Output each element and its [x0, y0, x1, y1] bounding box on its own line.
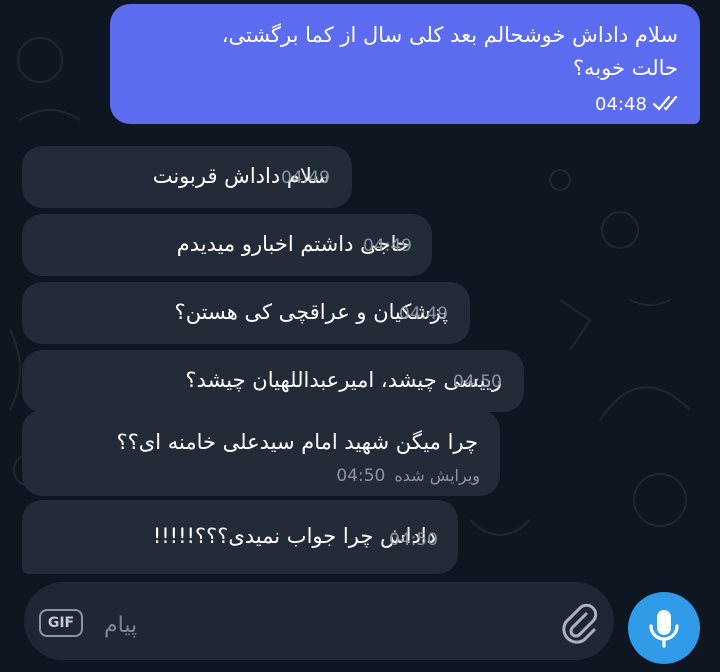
paperclip-icon[interactable]: [556, 600, 602, 646]
message-meta: ویرایش شده 04:50: [336, 466, 480, 486]
incoming-message[interactable]: چرا میگن شهید امام سیدعلی خامنه ای؟؟ ویر…: [22, 410, 500, 496]
message-meta: 04:48: [595, 94, 684, 117]
message-time: 04:49: [363, 236, 412, 256]
incoming-message[interactable]: داداش چرا جواب نمیدی؟؟؟!!!!! 04:50: [22, 500, 458, 574]
message-text-line: حالت خوبه؟: [572, 56, 678, 80]
double-check-icon: [652, 94, 684, 116]
edited-label: ویرایش شده: [394, 466, 480, 485]
message-time: 04:50: [389, 530, 438, 550]
incoming-message[interactable]: رییسی چیشد، امیرعبداللهیان چیشد؟ 04:50: [22, 350, 524, 412]
message-time: 04:49: [281, 168, 330, 188]
message-time: 04:49: [399, 304, 448, 324]
incoming-message[interactable]: پزشکیان و عراقچی کی هستن؟ 04:49: [22, 282, 470, 344]
message-input[interactable]: پیام: [104, 604, 224, 648]
microphone-icon: [649, 610, 679, 648]
incoming-message[interactable]: حاجی داشتم اخبارو میدیدم 04:49: [22, 214, 432, 276]
microphone-button[interactable]: [628, 592, 700, 664]
message-time: 04:50: [453, 372, 502, 392]
message-text: چرا میگن شهید امام سیدعلی خامنه ای؟؟: [116, 430, 478, 454]
outgoing-message[interactable]: سلام داداش خوشحالم بعد کلی سال از کما بر…: [110, 4, 700, 124]
incoming-message[interactable]: سلام داداش قربونت 04:49: [22, 146, 352, 208]
message-time: 04:48: [595, 93, 647, 115]
message-text-line: سلام داداش خوشحالم بعد کلی سال از کما بر…: [221, 23, 678, 47]
gif-button[interactable]: GIF: [39, 609, 83, 637]
message-time: 04:50: [336, 466, 386, 486]
message-list[interactable]: سلام داداش خوشحالم بعد کلی سال از کما بر…: [0, 0, 720, 580]
